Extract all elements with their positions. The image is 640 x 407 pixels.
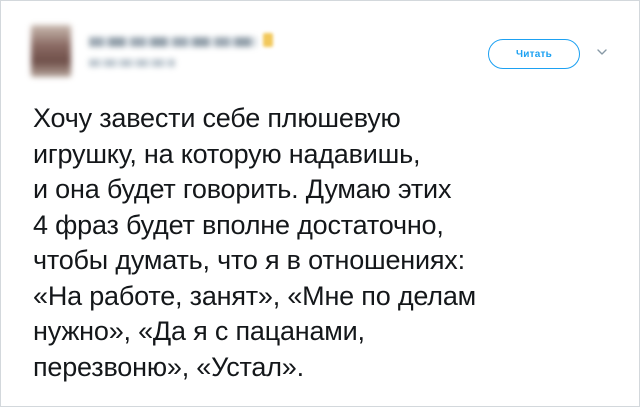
username-blurred <box>89 59 175 67</box>
tweet-text-line: и она будет говорить. Думаю этих <box>33 174 452 204</box>
tweet-text-line: Хочу завести себе плюшевую <box>33 103 401 133</box>
badge-icon <box>263 33 273 47</box>
follow-button[interactable]: Читать <box>488 39 580 69</box>
tweet-text: Хочу завести себе плюшевую игрушку, на к… <box>33 101 593 385</box>
tweet-text-line: игрушку, на которую надавишь, <box>33 138 421 169</box>
chevron-down-icon[interactable] <box>595 45 609 59</box>
tweet-card: Читать Хочу завести себе плюшевую игрушк… <box>0 0 640 407</box>
tweet-text-line: нужно», «Да я с пацанами, <box>33 316 365 346</box>
tweet-text-line: чтобы думать, что я в отношениях: <box>33 245 465 275</box>
tweet-text-line: перезвоню», «Устал». <box>33 351 304 382</box>
display-name-blurred[interactable] <box>89 37 257 47</box>
tweet-text-line: 4 фраз будет вполне достаточно, <box>33 209 444 240</box>
avatar[interactable] <box>31 25 71 77</box>
tweet-text-line: «На работе, занят», «Мне по делам <box>33 280 477 311</box>
